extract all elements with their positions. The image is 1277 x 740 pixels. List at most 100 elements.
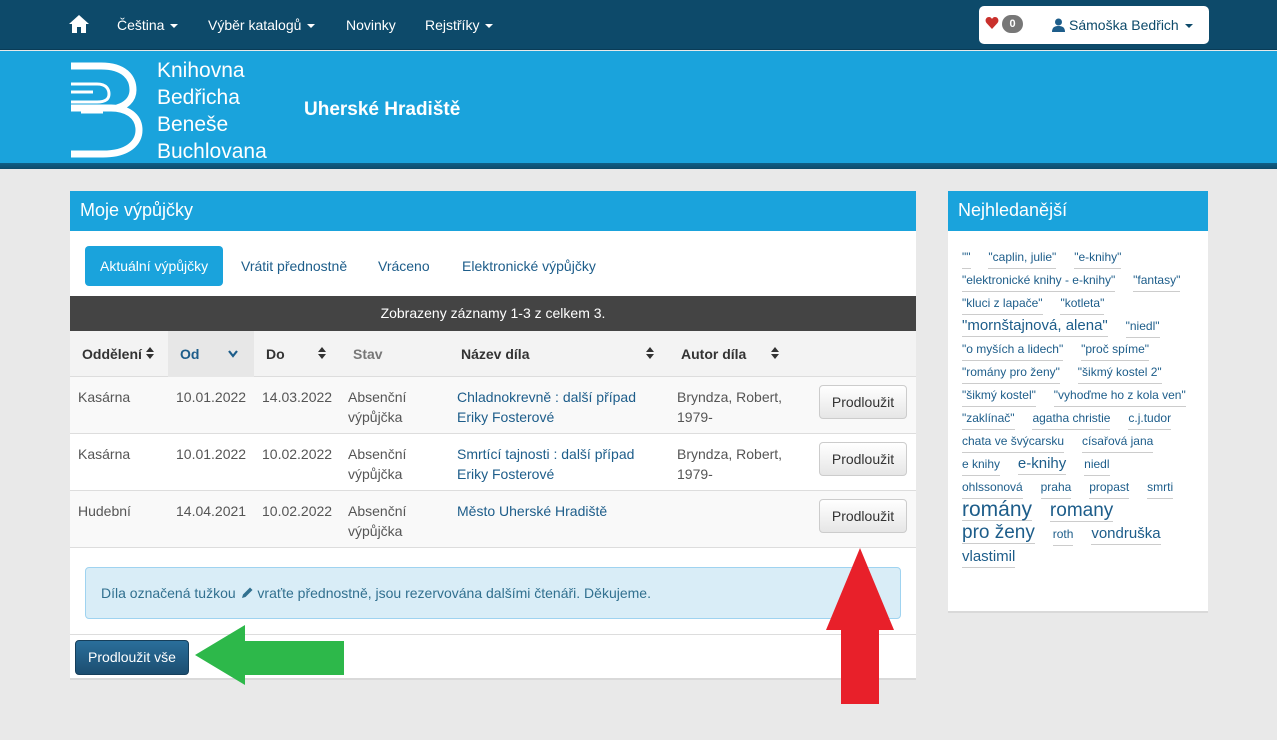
search-tag-link[interactable]: "niedl" <box>1125 316 1160 338</box>
column-header-label: Autor díla <box>681 346 747 362</box>
search-tag-link[interactable]: "šikmý kostel" <box>962 385 1036 407</box>
popular-searches-panel: Nejhledanější "" "caplin, julie" "e-knih… <box>948 191 1208 613</box>
search-tag-link[interactable]: "fantasy" <box>1133 270 1181 292</box>
nav-language-dropdown[interactable]: Čeština <box>117 17 179 33</box>
cell-status: Absenční výpůjčka <box>348 503 407 539</box>
search-tag-link[interactable]: císařová jana <box>1081 431 1154 453</box>
table-header: Oddělení Od Do Stav Název díla Autor díl… <box>70 331 916 377</box>
search-tag-link[interactable]: chata ve švýcarsku <box>962 431 1065 453</box>
search-tag-link[interactable]: e knihy <box>962 454 1001 476</box>
home-icon[interactable] <box>68 14 90 34</box>
column-header-title[interactable]: Název díla <box>448 331 668 377</box>
search-tag-link[interactable]: "zaklínač" <box>962 408 1015 430</box>
nav-registers-label: Rejstříky <box>425 17 480 33</box>
search-tag-link[interactable]: "šikmý kostel 2" <box>1077 362 1162 384</box>
search-tag-link[interactable]: vondruška <box>1091 523 1161 545</box>
search-tag-link[interactable]: praha <box>1040 477 1072 499</box>
column-header-from[interactable]: Od <box>168 331 254 377</box>
tab-returned[interactable]: Vráceno <box>363 246 445 286</box>
sort-icon <box>146 347 154 359</box>
cell-author: Bryndza, Robert, 1979- <box>677 389 783 425</box>
chevron-down-icon <box>1184 24 1193 29</box>
cell-from-date: 10.01.2022 <box>176 389 247 405</box>
cell-department: Kasárna <box>78 389 131 405</box>
favorites-count-badge[interactable]: 0 <box>1002 15 1023 33</box>
search-tag-link[interactable]: "elektronické knihy - e-knihy" <box>962 270 1116 292</box>
green-arrow-annotation <box>195 625 344 685</box>
cell-to-date: 10.02.2022 <box>262 503 333 519</box>
pencil-icon <box>241 587 253 598</box>
logo-line: Beneše <box>157 113 229 136</box>
cell-to-date: 10.02.2022 <box>262 446 333 462</box>
tab-current-loans[interactable]: Aktuální výpůjčky <box>85 246 224 286</box>
logo-line: Bedřicha <box>157 86 240 109</box>
logo-line: Knihovna <box>157 59 245 82</box>
table-row: Kasárna 10.01.2022 10.02.2022 Absenční v… <box>70 434 916 491</box>
renew-button[interactable]: Prodloužit <box>819 442 907 476</box>
column-header-author[interactable]: Autor díla <box>668 331 788 377</box>
search-tag-link[interactable]: niedl <box>1084 454 1110 476</box>
cell-title-link[interactable]: Smrtící tajnosti : další případ Eriky Fo… <box>457 444 652 484</box>
search-tag-link[interactable]: "kluci z lapače" <box>962 293 1043 315</box>
cell-title-link[interactable]: Město Uherské Hradiště <box>457 501 652 521</box>
search-tag-link[interactable]: "vyhoďme ho z kola ven" <box>1053 385 1186 407</box>
cell-title-link[interactable]: Chladnokrevně : další případ Eriky Foste… <box>457 387 652 427</box>
search-tag-link[interactable]: vlastimil <box>962 546 1016 568</box>
search-tag-link[interactable]: c.j.tudor <box>1128 408 1172 430</box>
user-menu-dropdown[interactable]: Sámoška Bedřich <box>1052 17 1193 33</box>
search-tag-link[interactable]: e-knihy <box>1017 453 1067 475</box>
logo-line: Buchlovana <box>157 140 267 163</box>
records-info: Zobrazeny záznamy 1-3 z celkem 3. <box>70 296 916 331</box>
search-tag-link[interactable]: "o myších a lidech" <box>962 339 1064 361</box>
column-header-label: Stav <box>353 346 383 362</box>
column-header-label: Název díla <box>461 346 530 362</box>
search-tag-link[interactable]: romany <box>1049 500 1114 522</box>
column-header-label: Oddělení <box>82 346 142 362</box>
column-header-department[interactable]: Oddělení <box>70 331 168 377</box>
column-header-status: Stav <box>340 331 448 377</box>
cell-author: Bryndza, Robert, 1979- <box>677 446 783 482</box>
loans-panel: Moje výpůjčky Aktuální výpůjčky Vrátit p… <box>70 191 916 680</box>
column-header-label: Od <box>180 346 200 362</box>
renew-all-button[interactable]: Prodloužit vše <box>75 640 189 675</box>
library-logo-mark[interactable] <box>67 60 145 160</box>
cell-status: Absenční výpůjčka <box>348 389 407 425</box>
sort-icon <box>646 347 654 359</box>
column-header-to[interactable]: Do <box>254 331 340 377</box>
search-tag-link[interactable]: pro ženy <box>962 522 1035 544</box>
nav-news-link[interactable]: Novinky <box>346 17 396 33</box>
search-tag-link[interactable]: "caplin, julie" <box>988 247 1057 269</box>
heart-icon[interactable] <box>985 16 999 30</box>
renew-button[interactable]: Prodloužit <box>819 499 907 533</box>
user-box: 0 Sámoška Bedřich <box>979 6 1209 44</box>
search-tag-link[interactable]: "mornštajnová, alena" <box>962 315 1108 337</box>
cell-department: Hudební <box>78 503 131 519</box>
library-city: Uherské Hradiště <box>304 99 461 120</box>
cell-department: Kasárna <box>78 446 131 462</box>
search-tag-link[interactable]: "e-knihy" <box>1074 247 1122 269</box>
nav-registers-dropdown[interactable]: Rejstříky <box>425 17 494 33</box>
search-tag-link[interactable]: "proč spíme" <box>1081 339 1149 361</box>
sort-desc-icon <box>228 350 238 358</box>
tag-cloud: "" "caplin, julie" "e-knihy" "elektronic… <box>962 246 1202 568</box>
search-tag-link[interactable]: ohlssonová <box>962 477 1023 499</box>
search-tag-link[interactable]: "" <box>962 247 971 269</box>
search-tag-link[interactable]: "kotleta" <box>1060 293 1105 315</box>
tab-return-priority[interactable]: Vrátit přednostně <box>226 246 362 286</box>
search-tag-link[interactable]: romány <box>962 499 1033 521</box>
search-tag-link[interactable]: smrti <box>1147 477 1174 499</box>
tab-electronic-loans[interactable]: Elektronické výpůjčky <box>447 246 611 286</box>
nav-catalog-dropdown[interactable]: Výběr katalogů <box>208 17 316 33</box>
loans-panel-title: Moje výpůjčky <box>70 191 916 231</box>
search-tag-link[interactable]: propast <box>1089 477 1130 499</box>
user-icon <box>1052 18 1065 32</box>
cell-to-date: 14.03.2022 <box>262 389 333 405</box>
search-tag-link[interactable]: agatha christie <box>1032 408 1111 430</box>
library-logo-text[interactable]: Knihovna Bedřicha Beneše Buchlovana <box>157 57 267 165</box>
search-tag-link[interactable]: roth <box>1052 524 1074 546</box>
renew-button[interactable]: Prodloužit <box>819 385 907 419</box>
cell-from-date: 14.04.2021 <box>176 503 247 519</box>
search-tag-link[interactable]: "romány pro ženy" <box>962 362 1060 384</box>
nav-catalog-label: Výběr katalogů <box>208 17 302 33</box>
nav-news-label: Novinky <box>346 17 396 33</box>
